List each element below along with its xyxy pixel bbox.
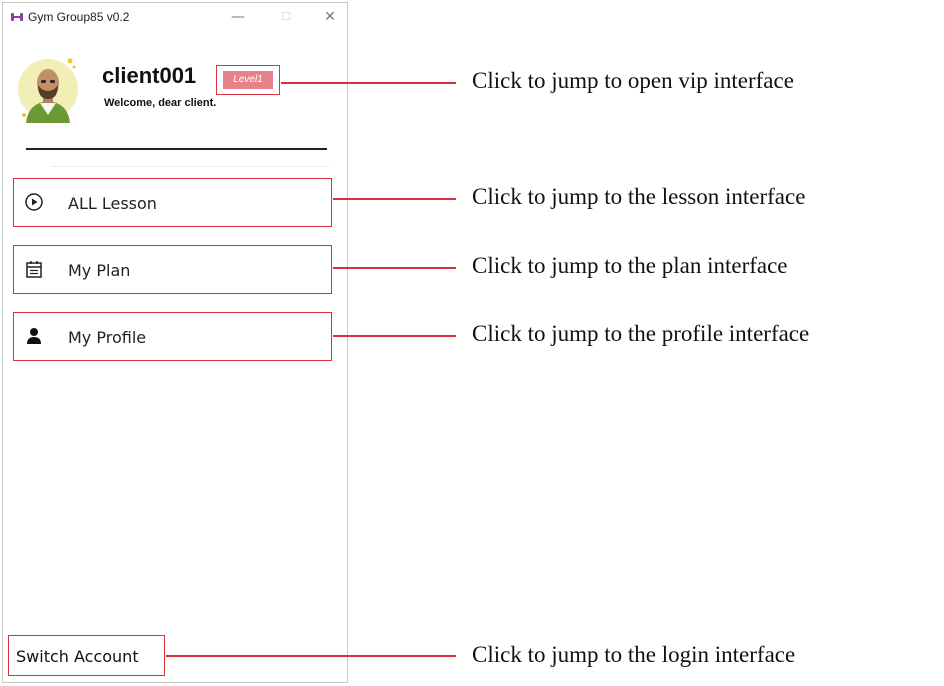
minimize-button[interactable]: — bbox=[227, 7, 249, 27]
switch-account-label: Switch Account bbox=[16, 647, 139, 666]
window-title: Gym Group85 v0.2 bbox=[28, 10, 130, 24]
app-window: Gym Group85 v0.2 — ☐ ✕ client001 Level1 … bbox=[2, 2, 348, 683]
menu-item-label: My Plan bbox=[68, 261, 131, 280]
calendar-icon bbox=[26, 261, 42, 278]
annotation-line bbox=[333, 267, 456, 269]
welcome-text: Welcome, dear client. bbox=[104, 97, 217, 109]
divider bbox=[51, 166, 329, 167]
annotation-line bbox=[333, 198, 456, 200]
dumbbell-icon bbox=[11, 13, 23, 21]
menu-item-my-plan[interactable]: My Plan bbox=[13, 245, 332, 294]
annotation-login: Click to jump to the login interface bbox=[472, 642, 796, 667]
divider bbox=[26, 148, 327, 150]
annotation-line bbox=[281, 82, 456, 84]
annotation-line bbox=[333, 335, 456, 337]
menu-item-my-profile[interactable]: My Profile bbox=[13, 312, 332, 361]
annotation-profile: Click to jump to the profile interface bbox=[472, 321, 810, 346]
username: client001 bbox=[102, 63, 197, 88]
menu-item-label: ALL Lesson bbox=[68, 194, 157, 213]
level-badge: Level1 bbox=[223, 71, 273, 89]
title-bar: Gym Group85 v0.2 — ☐ ✕ bbox=[3, 3, 347, 33]
menu-item-label: My Profile bbox=[68, 328, 147, 347]
person-icon bbox=[27, 328, 41, 344]
switch-account-button[interactable]: Switch Account bbox=[8, 635, 165, 676]
maximize-button[interactable]: ☐ bbox=[275, 7, 297, 27]
vip-level-button[interactable]: Level1 bbox=[216, 65, 280, 95]
play-circle-icon bbox=[25, 193, 43, 211]
avatar bbox=[18, 58, 78, 123]
annotation-line bbox=[166, 655, 456, 657]
menu-item-all-lesson[interactable]: ALL Lesson bbox=[13, 178, 332, 227]
close-button[interactable]: ✕ bbox=[319, 7, 341, 27]
annotation-lesson: Click to jump to the lesson interface bbox=[472, 184, 806, 209]
annotation-vip: Click to jump to open vip interface bbox=[472, 68, 794, 93]
annotation-plan: Click to jump to the plan interface bbox=[472, 253, 788, 278]
